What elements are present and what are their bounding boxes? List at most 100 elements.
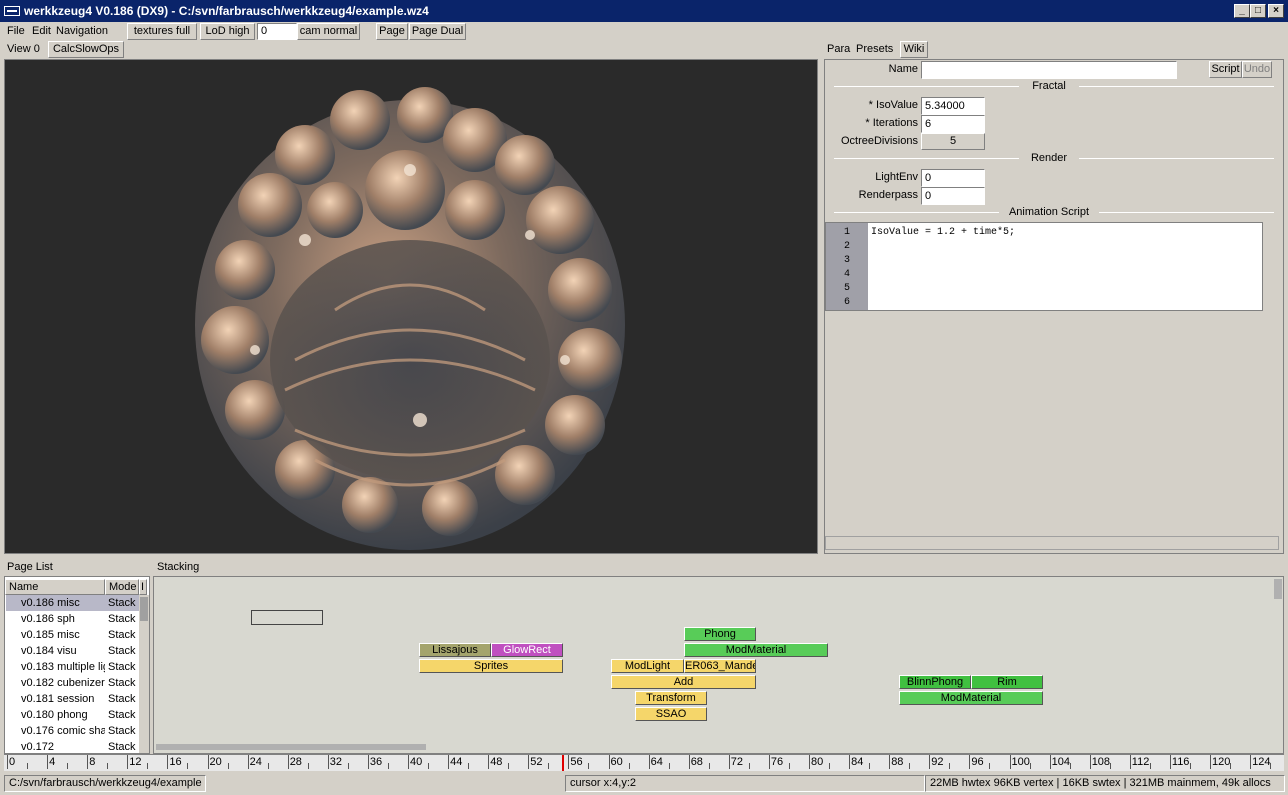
param-footer [825,536,1279,550]
scrollbar-thumb[interactable] [140,597,148,621]
timeline-minor-tick [307,763,309,769]
undo-button[interactable]: Undo [1242,61,1272,78]
timeline-minor-tick [147,763,149,769]
op-ssao[interactable]: SSAO [635,707,707,721]
page-name: v0.186 misc [21,597,80,609]
close-button[interactable]: × [1268,4,1284,18]
op-add[interactable]: Add [611,675,756,689]
timeline-label: 104 [1051,756,1070,768]
page-row[interactable]: v0.172 Stack [6,739,144,755]
timeline-label: 76 [770,756,784,768]
op-phong[interactable]: Phong [684,627,756,641]
name-field[interactable] [921,61,1177,79]
op-er063-mande[interactable]: ER063_Mande [684,659,756,673]
view-tab[interactable]: View 0 [7,43,40,55]
maximize-button[interactable]: □ [1250,4,1266,18]
isovalue-field[interactable]: 5.34000 [921,97,985,115]
iterations-field[interactable]: 6 [921,115,985,133]
timeline-label: 32 [329,756,343,768]
timeline-tick [247,755,249,769]
octree-divisions-label: OctreeDivisions [840,135,918,147]
timeline-minor-tick [227,763,229,769]
timeline-minor-tick [107,763,109,769]
minimize-button[interactable]: _ [1234,4,1250,18]
timeline-tick [688,755,690,769]
stacking-canvas[interactable]: Lissajous GlowRect Sprites Phong ModMate… [153,576,1284,754]
timeline-tick [849,755,851,769]
stacking-vscrollbar[interactable] [1274,579,1282,599]
tab-wiki[interactable]: Wiki [900,41,928,58]
3d-viewport[interactable] [4,59,818,554]
page-mode: Stack [108,629,136,641]
page-row[interactable]: v0.186 misc Stack [6,595,144,611]
octree-divisions-button[interactable]: 5 [921,133,985,150]
lod-button[interactable]: LoD high [200,23,255,40]
op-lissajous[interactable]: Lissajous [419,643,491,657]
status-memory: 22MB hwtex 96KB vertex | 16KB swtex | 32… [925,775,1285,792]
render-section-header: Render [1030,152,1068,164]
page-row[interactable]: v0.184 visu Stack [6,643,144,659]
menu-file[interactable]: File [7,25,25,37]
timeline-minor-tick [1270,763,1272,769]
timeline-tick [809,755,810,769]
page-row[interactable]: v0.186 sph Stack [6,611,144,627]
page-list-box: Name Mode I v0.186 misc Stack v0.186 sph S… [4,576,150,754]
script-code[interactable]: IsoValue = 1.2 + time*5; [871,226,1015,240]
script-button[interactable]: Script [1209,61,1242,78]
stacking-hscrollbar[interactable] [156,744,426,750]
line-number: 1 [843,227,850,238]
timeline-label: 8 [89,756,96,768]
page-row[interactable]: v0.181 session Stack [6,691,144,707]
page-row[interactable]: v0.182 cubenizer Stack [6,675,144,691]
menu-edit[interactable]: Edit [32,25,51,37]
op-blinnphong[interactable]: BlinnPhong [899,675,971,689]
op-modlight[interactable]: ModLight [611,659,684,673]
timeline-tick [728,755,730,769]
timeline-tick [448,755,450,769]
timeline-tick [1129,755,1131,769]
timeline[interactable]: 0 4 8 12 16 20 24 28 32 36 40 44 48 52 56 60 64 68 72 76 80 8… [4,754,1284,771]
frame-input[interactable]: 0 [257,23,297,40]
page-row[interactable]: v0.183 multiple lig Stack [6,659,144,675]
column-header-extra[interactable]: I [139,579,147,595]
script-editor[interactable]: 1 2 3 4 5 6 IsoValue = 1.2 + time*5; [825,222,1263,311]
title-bar[interactable]: werkkzeug4 V0.186 (DX9) - C:/svn/farbrau… [0,0,1288,22]
page-name: v0.186 sph [21,613,75,625]
op-modmaterial[interactable]: ModMaterial [684,643,828,657]
op-modmaterial[interactable]: ModMaterial [899,691,1043,705]
timeline-label: 44 [450,756,463,768]
op-transform[interactable]: Transform [635,691,707,705]
isovalue-label: * IsoValue [868,99,918,111]
cam-button[interactable]: cam normal [297,23,360,40]
app-icon[interactable] [4,6,20,16]
op-sprites[interactable]: Sprites [419,659,563,673]
page-dual-button[interactable]: Page Dual [409,23,466,40]
tab-presets[interactable]: Presets [856,43,893,55]
script-scrollbar[interactable] [1265,222,1273,311]
parameter-panel: Para Presets Wiki Name Script Undo Fract… [822,41,1284,554]
textures-button[interactable]: textures full [127,23,197,40]
page-button[interactable]: Page [376,23,408,40]
column-header-name[interactable]: Name [5,579,105,595]
status-bar: C:/svn/farbrausch/werkkzeug4/example cur… [0,773,1288,795]
lightenv-field[interactable]: 0 [921,169,985,187]
playhead[interactable] [562,755,564,771]
tab-para[interactable]: Para [827,43,850,55]
timeline-label: 60 [610,756,623,768]
page-row[interactable]: v0.185 misc Stack [6,627,144,643]
page-list-scrollbar[interactable] [139,595,149,753]
timeline-label: 112 [1131,756,1150,768]
line-number: 3 [843,255,850,266]
column-header-mode[interactable]: Mode [105,579,139,595]
iterations-label: * Iterations [865,117,918,129]
line-number: 6 [843,297,850,308]
timeline-label: 124 [1252,756,1271,768]
renderpass-field[interactable]: 0 [921,187,985,205]
calc-slow-ops-button[interactable]: CalcSlowOps [48,41,124,58]
op-rim[interactable]: Rim [971,675,1043,689]
page-row[interactable]: v0.176 comic sha Stack [6,723,144,739]
page-row[interactable]: v0.180 phong Stack [6,707,144,723]
timeline-tick [7,755,8,769]
op-glowrect[interactable]: GlowRect [491,643,563,657]
menu-navigation[interactable]: Navigation [56,25,108,37]
